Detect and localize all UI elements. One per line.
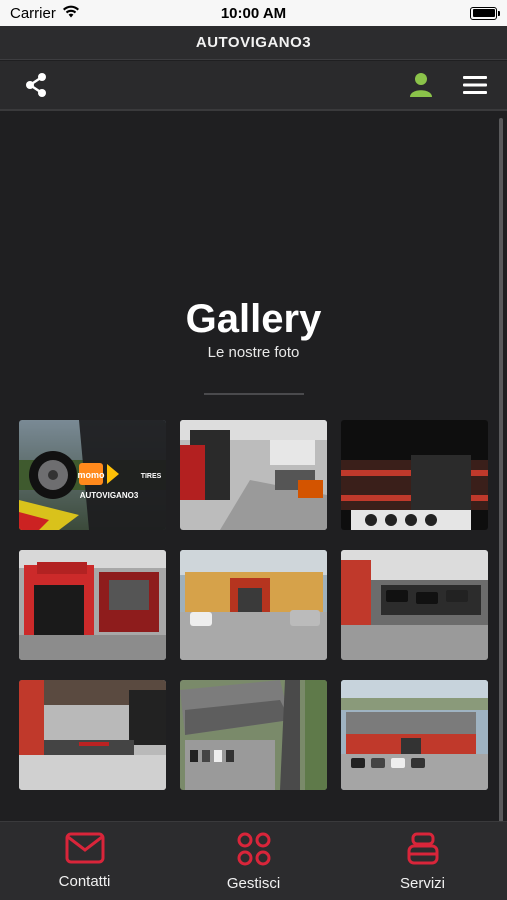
photo-workshop-floor[interactable] [341,550,488,660]
tab-contatti[interactable]: Contatti [25,832,145,890]
toolbar-right [407,71,489,99]
gallery-subtitle: Le nostre foto [207,344,300,361]
photo-workshop-interior-tires[interactable] [180,420,327,530]
tab-contatti-label: Contatti [58,873,111,890]
tire-stack-icon [406,832,440,871]
photo-shop-entrance[interactable] [19,550,166,660]
banner-name-text: AUTOVIGANO3 [80,491,139,500]
wifi-icon [62,5,80,22]
grid-circles-icon [237,832,271,871]
gallery-title: Gallery [185,297,322,341]
photo-aerial-view-building[interactable] [341,680,488,790]
toolbar [0,61,507,111]
photo-service-bay[interactable] [19,680,166,790]
app-title-bar: AUTOVIGANO3 [0,26,507,60]
carrier-label: Carrier [10,4,56,22]
photo-tire-storage-racks[interactable] [341,420,488,530]
tab-gestisci-label: Gestisci [226,875,281,892]
envelope-icon [65,832,105,869]
share-icon[interactable] [22,71,50,99]
tab-servizi-label: Servizi [399,875,445,892]
scrollbar[interactable] [499,118,503,896]
photo-aerial-view-road[interactable] [180,680,327,790]
banner-brand-text: momo [78,470,106,480]
photo-momo-tires-banner[interactable]: momo TIRES AUTOVIGANO3 [19,420,166,530]
hamburger-menu-icon[interactable] [461,71,489,99]
tab-servizi[interactable]: Servizi [363,832,483,892]
status-left: Carrier [10,5,80,22]
divider [204,393,304,395]
photo-shop-front-parking[interactable] [180,550,327,660]
user-icon[interactable] [407,71,435,99]
status-bar: Carrier 10:00 AM [0,0,507,26]
tab-gestisci[interactable]: Gestisci [194,832,314,892]
app-title: AUTOVIGANO3 [195,34,312,51]
battery-icon [470,6,500,20]
banner-tires-text: TIRES [141,473,162,480]
photo-grid: momo TIRES AUTOVIGANO3 [19,420,489,790]
tab-bar: Contatti Gestisci Servizi [0,821,507,900]
